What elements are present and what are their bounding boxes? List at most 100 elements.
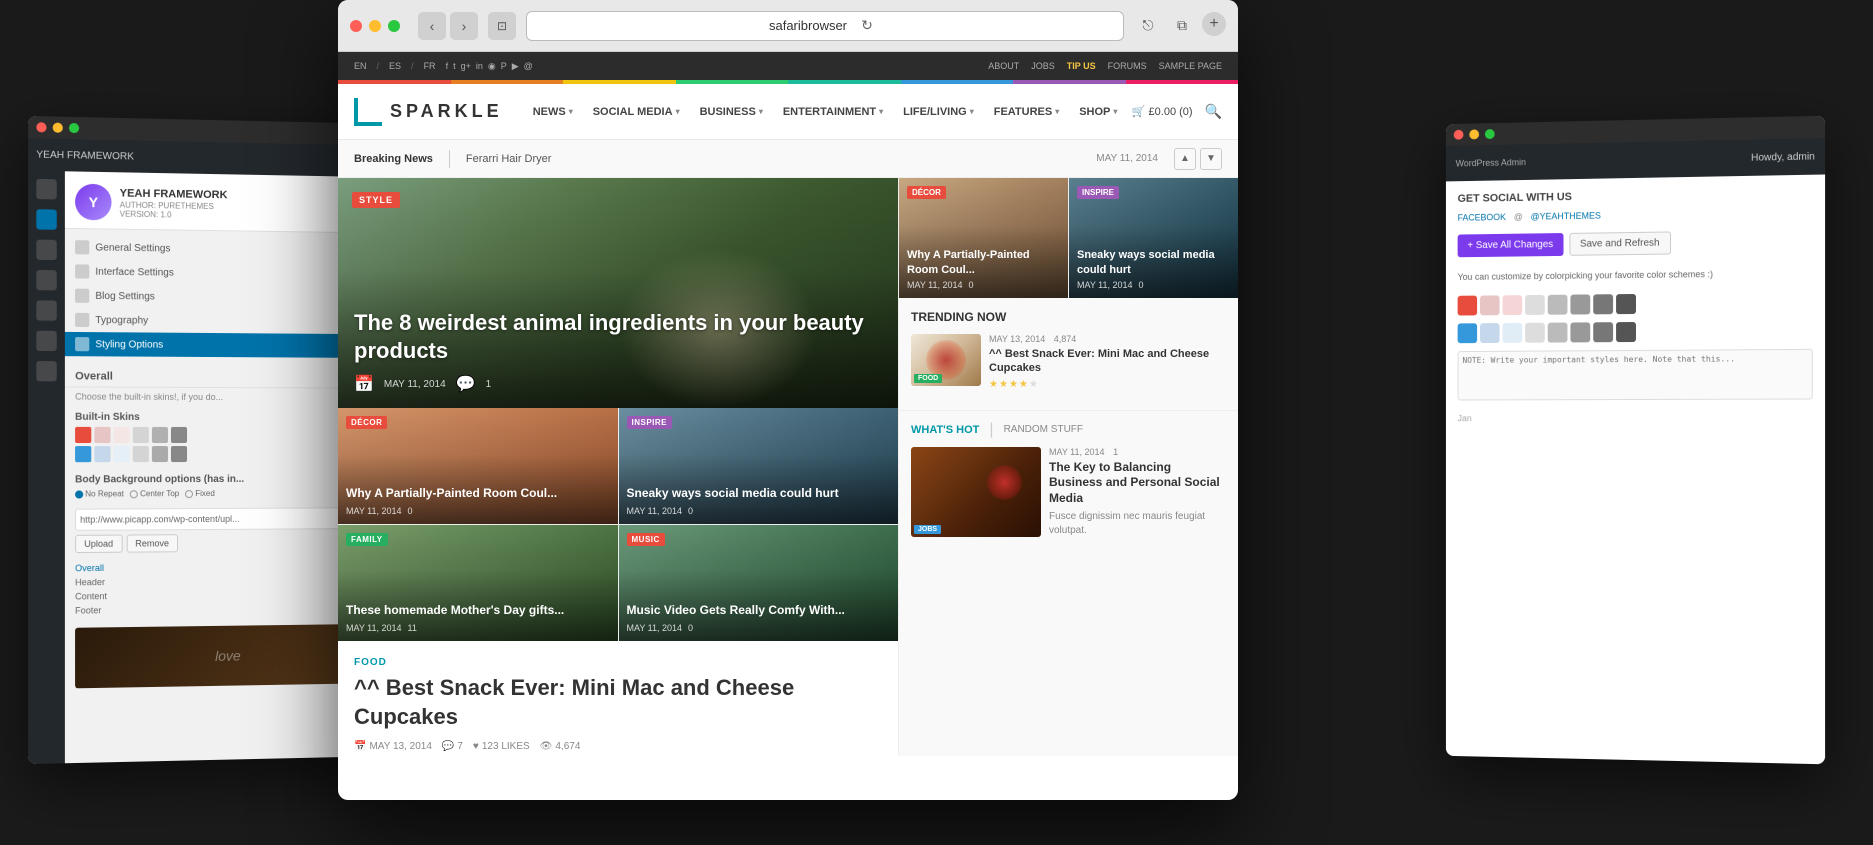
nav-shop[interactable]: SHOP ▾ (1069, 84, 1127, 140)
nav-business[interactable]: BUSINESS ▾ (690, 84, 773, 140)
nav-entertainment-chevron: ▾ (879, 107, 883, 116)
safari-minimize-btn[interactable] (369, 20, 381, 32)
social-twitter-icon[interactable]: t (453, 61, 456, 72)
cr-swatch-14[interactable] (1570, 322, 1590, 342)
wp-radio-no-repeat[interactable]: No Repeat (75, 489, 124, 498)
social-yt-icon[interactable]: ▶ (512, 61, 519, 72)
cr-swatch-16[interactable] (1616, 322, 1636, 342)
wp-radio-center[interactable]: Center Top (130, 489, 179, 498)
rt-article-1[interactable]: INSPIRE Sneaky ways social media could h… (1069, 178, 1238, 298)
safari-forward-btn[interactable]: › (450, 12, 478, 40)
social-mail-icon[interactable]: @ (524, 61, 533, 72)
safari-url-bar[interactable]: safaribrowser ↻ (526, 11, 1124, 41)
social-facebook-icon[interactable]: f (446, 61, 449, 72)
wp-url-input[interactable] (75, 507, 378, 531)
cr-swatch-13[interactable] (1548, 322, 1568, 342)
safari-share-btn[interactable]: ⎋ (1134, 12, 1162, 40)
nav-cart[interactable]: 🛒 £0.00 (0) (1132, 105, 1193, 118)
color-swatch-9[interactable] (114, 446, 130, 462)
nav-business-chevron: ▾ (759, 107, 763, 116)
rt-article-0[interactable]: DÉCOR Why A Partially-Painted Room Coul.… (899, 178, 1068, 298)
breaking-next-btn[interactable]: ▼ (1200, 148, 1222, 170)
small-article-3[interactable]: MUSIC Music Video Gets Really Comfy With… (619, 525, 899, 641)
nav-news[interactable]: NEWS ▾ (523, 84, 583, 140)
social-pin-icon[interactable]: P (501, 61, 507, 72)
cr-swatch-4[interactable] (1525, 294, 1545, 314)
color-swatch-4[interactable] (133, 427, 149, 443)
cr-swatch-11[interactable] (1503, 323, 1523, 343)
small-article-0[interactable]: DÉCOR Why A Partially-Painted Room Coul.… (338, 408, 618, 524)
wp-upload-btn[interactable]: Upload (75, 535, 122, 553)
cr-swatch-10[interactable] (1480, 323, 1500, 343)
color-swatch-7[interactable] (75, 446, 91, 462)
nav-entertainment[interactable]: ENTERTAINMENT ▾ (773, 84, 893, 140)
wp-sub-nav-footer[interactable]: Footer (75, 600, 378, 618)
cr-refresh-btn[interactable]: Save and Refresh (1569, 231, 1671, 255)
cr-swatch-3[interactable] (1503, 295, 1523, 315)
color-swatch-1[interactable] (75, 427, 91, 443)
nav-search-icon[interactable]: 🔍 (1205, 103, 1222, 120)
wp-remove-btn[interactable]: Remove (126, 534, 178, 552)
cr-facebook-link[interactable]: FACEBOOK (1458, 212, 1506, 223)
cr-swatch-7[interactable] (1593, 294, 1613, 314)
nav-lifeliving[interactable]: LIFE/LIVING ▾ (893, 84, 984, 140)
safari-close-btn[interactable] (350, 20, 362, 32)
color-swatch-12[interactable] (171, 446, 187, 462)
safari-url-text: safaribrowser (769, 18, 847, 33)
safari-reading-btn[interactable]: ⧉ (1168, 12, 1196, 40)
locale-en[interactable]: EN (354, 61, 367, 71)
cr-save-all-btn[interactable]: + Save All Changes (1458, 233, 1563, 257)
social-googleplus-icon[interactable]: g+ (461, 61, 471, 72)
cr-swatch-9[interactable] (1458, 323, 1477, 343)
article-title[interactable]: ^^ Best Snack Ever: Mini Mac and Cheese … (354, 674, 882, 731)
topnav-tip-us[interactable]: TIP US (1067, 61, 1096, 71)
locale-es[interactable]: ES (389, 61, 401, 71)
color-swatch-11[interactable] (152, 446, 168, 462)
topnav-sample-page[interactable]: SAMPLE PAGE (1159, 61, 1222, 71)
cr-swatch-5[interactable] (1548, 294, 1568, 314)
cr-swatch-8[interactable] (1616, 294, 1636, 314)
color-swatch-8[interactable] (94, 446, 110, 462)
wp-side-icon-1 (36, 179, 56, 200)
nav-social-media[interactable]: SOCIAL MEDIA ▾ (583, 84, 690, 140)
cr-swatch-2[interactable] (1480, 295, 1500, 315)
safari-back-btn[interactable]: ‹ (418, 12, 446, 40)
cr-swatch-6[interactable] (1570, 294, 1590, 314)
color-swatch-5[interactable] (152, 427, 168, 443)
cr-swatch-15[interactable] (1593, 322, 1613, 342)
nav-features[interactable]: FEATURES ▾ (984, 84, 1069, 140)
topnav-about[interactable]: ABOUT (988, 61, 1019, 71)
wh-article[interactable]: JOBS MAY 11, 2014 1 The Key to Balancing… (911, 447, 1226, 539)
cr-twitter-link[interactable]: @YEAHTHEMES (1531, 211, 1601, 222)
social-rss-icon[interactable]: ◉ (488, 61, 496, 72)
small-article-1[interactable]: INSPIRE Sneaky ways social media could h… (619, 408, 899, 524)
cr-custom-css-textarea[interactable] (1458, 348, 1813, 400)
scene: YEAH FRAMEWORK Y YEAH FRAMEWORK AUTHOR: … (0, 0, 1873, 845)
topnav-forums[interactable]: FORUMS (1108, 61, 1147, 71)
locale-fr[interactable]: FR (424, 61, 436, 71)
nav-logo[interactable]: SPARKLE (354, 98, 503, 126)
color-swatch-10[interactable] (133, 446, 149, 462)
nav-logo-icon (354, 98, 382, 126)
breaking-prev-btn[interactable]: ▲ (1174, 148, 1196, 170)
trending-item-0[interactable]: FOOD MAY 13, 2014 4,874 ^^ Best Snack Ev… (911, 334, 1226, 390)
wp-nav-styling-icon (75, 337, 89, 351)
hero-article[interactable]: STYLE The 8 weirdest animal ingredients … (338, 178, 898, 408)
color-swatch-2[interactable] (94, 427, 110, 443)
topnav-jobs[interactable]: JOBS (1031, 61, 1055, 71)
wp-radio-fixed[interactable]: Fixed (185, 489, 215, 498)
safari-tab-btn[interactable]: ⊡ (488, 12, 516, 40)
wh-tab-random[interactable]: RANDOM STUFF (1004, 424, 1083, 435)
safari-reload-btn[interactable]: ↻ (853, 12, 881, 40)
social-linkedin-icon[interactable]: in (476, 61, 483, 72)
cr-swatch-1[interactable] (1458, 295, 1477, 315)
cr-small-grid-2 (1458, 320, 1813, 343)
small-article-2[interactable]: FAMILY These homemade Mother's Day gifts… (338, 525, 618, 641)
color-swatch-6[interactable] (171, 427, 187, 443)
safari-maximize-btn[interactable] (388, 20, 400, 32)
safari-add-tab-btn[interactable]: + (1202, 12, 1226, 36)
color-swatch-3[interactable] (114, 427, 130, 443)
wh-text: MAY 11, 2014 1 The Key to Balancing Busi… (1049, 447, 1226, 539)
wp-minimize-dot (53, 123, 63, 133)
cr-swatch-12[interactable] (1525, 322, 1545, 342)
